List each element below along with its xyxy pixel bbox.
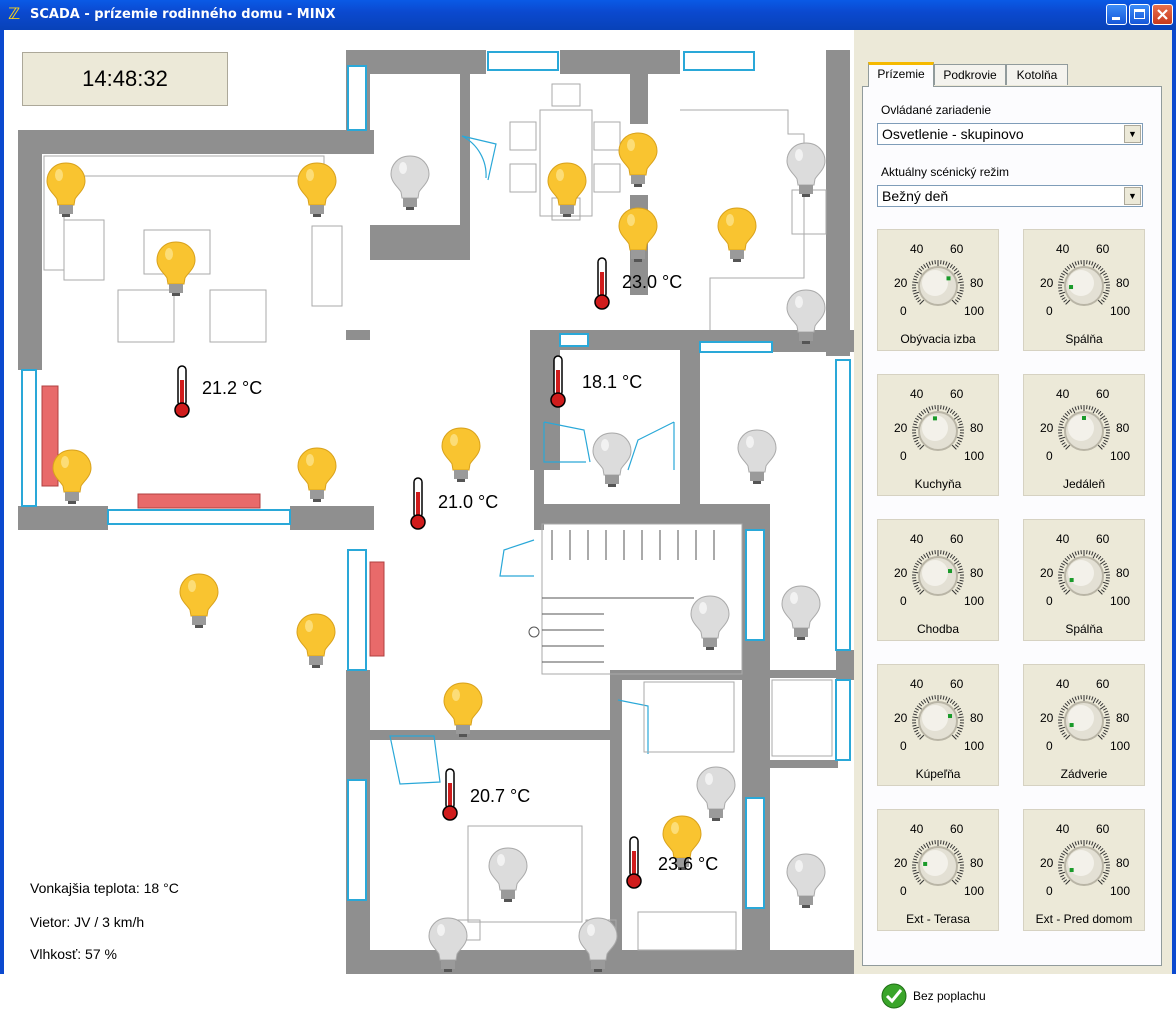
light-bulb-on-icon[interactable] <box>619 208 657 262</box>
tab-podkrovie[interactable]: Podkrovie <box>934 64 1006 85</box>
device-label: Ovládané zariadenie <box>881 103 991 117</box>
scene-select-value: Bežný deň <box>882 188 948 204</box>
light-bulb-off-icon[interactable] <box>391 156 429 210</box>
temp-bathroom: 23.6 °C <box>658 854 718 875</box>
title-bar: ℤ SCADA - prízemie rodinného domu - MINX <box>0 0 1176 30</box>
light-bulb-off-icon[interactable] <box>691 596 729 650</box>
dial-indicator <box>947 276 951 280</box>
dimmer-dial[interactable]: 406020800100Spálňa <box>1023 229 1145 351</box>
light-bulb-on-icon[interactable] <box>444 683 482 737</box>
thermometer-icon <box>175 366 189 417</box>
close-icon <box>1153 5 1172 24</box>
chevron-down-icon[interactable]: ▼ <box>1124 187 1141 205</box>
device-select-value: Osvetlenie - skupinovo <box>882 126 1024 142</box>
dimmer-dial[interactable]: 406020800100Ext - Pred domom <box>1023 809 1145 931</box>
scene-label: Aktuálny scénický režim <box>881 165 1009 179</box>
tab-page-prizemie: Ovládané zariadenie Osvetlenie - skupino… <box>862 86 1162 966</box>
window-title: SCADA - prízemie rodinného domu - MINX <box>30 7 335 22</box>
tab-kotolna[interactable]: Kotolňa <box>1006 64 1068 85</box>
dimmer-dial[interactable]: 406020800100Chodba <box>877 519 999 641</box>
light-bulb-off-icon[interactable] <box>697 767 735 821</box>
chevron-down-icon[interactable]: ▼ <box>1124 125 1141 143</box>
light-bulb-on-icon[interactable] <box>619 133 657 187</box>
dial-room-label: Spálňa <box>1024 332 1144 346</box>
light-bulb-off-icon[interactable] <box>782 586 820 640</box>
thermometer-icon <box>595 258 609 309</box>
temp-hallway: 21.0 °C <box>438 492 498 513</box>
window-frame-right <box>1172 30 1176 974</box>
dial-room-label: Zádverie <box>1024 767 1144 781</box>
dial-indicator <box>1070 578 1074 582</box>
light-bulb-on-icon[interactable] <box>442 428 480 482</box>
dial-room-label: Spálňa <box>1024 622 1144 636</box>
floor-plan: 21.2 °C 23.0 °C 18.1 °C 21.0 °C 20.7 °C … <box>4 30 854 974</box>
humidity-info: Vlhkosť: 57 % <box>30 946 117 962</box>
light-bulb-off-icon[interactable] <box>489 848 527 902</box>
light-bulb-on-icon[interactable] <box>157 242 195 296</box>
tab-prizemie[interactable]: Prízemie <box>868 62 934 87</box>
dial-indicator <box>923 862 927 866</box>
light-bulb-on-icon[interactable] <box>53 450 91 504</box>
clock-display: 14:48:32 <box>22 52 228 106</box>
light-bulb-on-icon[interactable] <box>298 448 336 502</box>
light-bulb-on-icon[interactable] <box>298 163 336 217</box>
light-bulb-off-icon[interactable] <box>787 854 825 908</box>
dial-indicator <box>1070 868 1074 872</box>
dimmer-dial[interactable]: 406020800100Zádverie <box>1023 664 1145 786</box>
minimize-button[interactable] <box>1106 4 1127 25</box>
dial-room-label: Kuchyňa <box>878 477 998 491</box>
dial-indicator <box>1070 723 1074 727</box>
dial-indicator <box>1082 416 1086 420</box>
thermometer-icon <box>627 837 641 888</box>
control-panel: Prízemie Podkrovie Kotolňa Ovládané zari… <box>854 30 1172 974</box>
device-select[interactable]: Osvetlenie - skupinovo ▼ <box>877 123 1143 145</box>
temp-bedroom: 20.7 °C <box>470 786 530 807</box>
dimmer-dial[interactable]: 406020800100Spálňa <box>1023 519 1145 641</box>
light-bulb-on-icon[interactable] <box>180 574 218 628</box>
staircase <box>529 530 714 662</box>
light-bulb-on-icon[interactable] <box>718 208 756 262</box>
temp-storage: 18.1 °C <box>582 372 642 393</box>
temp-kitchen: 23.0 °C <box>622 272 682 293</box>
dial-indicator <box>1069 285 1073 289</box>
dial-room-label: Kúpeľňa <box>878 767 998 781</box>
light-bulb-off-icon[interactable] <box>593 433 631 487</box>
alarm-status-text: Bez poplachu <box>913 989 986 1003</box>
maximize-button[interactable] <box>1129 4 1150 25</box>
dimmer-dial[interactable]: 406020800100Kúpeľňa <box>877 664 999 786</box>
light-bulb-on-icon[interactable] <box>297 614 335 668</box>
dial-room-label: Chodba <box>878 622 998 636</box>
floor-plan-drawing <box>4 30 854 974</box>
temp-living-room: 21.2 °C <box>202 378 262 399</box>
dimmer-dial[interactable]: 406020800100Obývacia izba <box>877 229 999 351</box>
check-icon <box>881 983 907 1009</box>
scene-select[interactable]: Bežný deň ▼ <box>877 185 1143 207</box>
dial-room-label: Ext - Terasa <box>878 912 998 926</box>
light-bulb-on-icon[interactable] <box>47 163 85 217</box>
outside-temperature: Vonkajšia teplota: 18 °C <box>30 880 179 896</box>
dial-room-label: Obývacia izba <box>878 332 998 346</box>
dial-indicator <box>933 416 937 420</box>
dimmer-dial[interactable]: 406020800100Ext - Terasa <box>877 809 999 931</box>
app-icon: ℤ <box>8 6 20 22</box>
thermometer-icon <box>443 769 457 820</box>
dimmer-dial[interactable]: 406020800100Jedáleň <box>1023 374 1145 496</box>
wind-info: Vietor: JV / 3 km/h <box>30 914 144 930</box>
dial-indicator <box>948 569 952 573</box>
dial-room-label: Jedáleň <box>1024 477 1144 491</box>
light-bulb-off-icon[interactable] <box>787 143 825 197</box>
dial-indicator <box>948 714 952 718</box>
dimmer-dial[interactable]: 406020800100Kuchyňa <box>877 374 999 496</box>
close-button[interactable] <box>1152 4 1173 25</box>
thermometer-icon <box>411 478 425 529</box>
dial-room-label: Ext - Pred domom <box>1024 912 1144 926</box>
light-bulb-off-icon[interactable] <box>738 430 776 484</box>
